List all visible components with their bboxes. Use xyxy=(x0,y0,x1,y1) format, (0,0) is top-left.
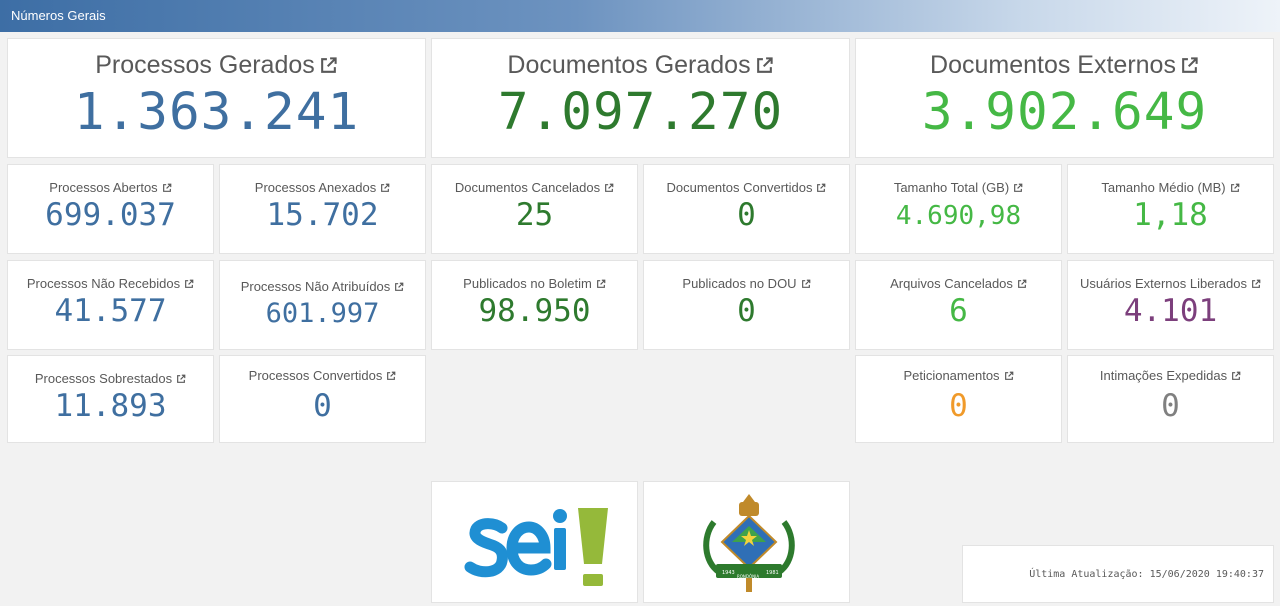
card-label: Tamanho Médio (MB) xyxy=(1101,180,1226,195)
external-link-icon[interactable] xyxy=(801,279,811,289)
card-value: 1,18 xyxy=(1133,197,1208,233)
card-label: Documentos Externos xyxy=(930,51,1176,79)
card-label: Publicados no DOU xyxy=(682,276,797,291)
external-link-icon[interactable] xyxy=(380,183,390,193)
card-documentos-cancelados[interactable]: Documentos Cancelados 25 xyxy=(431,164,638,254)
card-label: Processos Convertidos xyxy=(248,368,383,383)
card-label: Processos Não Recebidos xyxy=(26,276,181,291)
card-processos-anexados[interactable]: Processos Anexados 15.702 xyxy=(219,164,426,254)
card-documentos-externos[interactable]: Documentos Externos 3.902.649 xyxy=(855,38,1274,158)
card-processos-gerados[interactable]: Processos Gerados 1.363.241 xyxy=(7,38,426,158)
card-processos-sobrestados[interactable]: Processos Sobrestados 11.893 xyxy=(7,355,214,443)
external-link-icon[interactable] xyxy=(1231,371,1241,381)
card-value: 15.702 xyxy=(266,197,379,233)
external-link-icon[interactable] xyxy=(604,183,614,193)
panel-header: Números Gerais xyxy=(0,0,1280,32)
card-label: Arquivos Cancelados xyxy=(890,276,1013,291)
external-link-icon[interactable] xyxy=(1017,279,1027,289)
card-tamanho-total[interactable]: Tamanho Total (GB) 4.690,98 xyxy=(855,164,1062,254)
card-value: 4.690,98 xyxy=(895,201,1022,231)
external-link-icon[interactable] xyxy=(596,279,606,289)
panel-title: Números Gerais xyxy=(11,8,106,23)
external-link-icon[interactable] xyxy=(319,56,338,75)
card-peticionamentos[interactable]: Peticionamentos 0 xyxy=(855,355,1062,443)
card-value: 1.363.241 xyxy=(73,83,360,142)
card-value: 11.893 xyxy=(54,388,167,424)
external-link-icon[interactable] xyxy=(386,371,396,381)
sei-logo xyxy=(464,508,608,586)
card-processos-abertos[interactable]: Processos Abertos 699.037 xyxy=(7,164,214,254)
external-link-icon[interactable] xyxy=(755,56,774,75)
card-label: Processos Anexados xyxy=(254,180,377,195)
card-documentos-gerados[interactable]: Documentos Gerados 7.097.270 xyxy=(431,38,850,158)
card-label: Documentos Gerados xyxy=(507,51,751,79)
external-link-icon[interactable] xyxy=(1013,183,1023,193)
last-update-text: Última Atualização: 15/06/2020 19:40:37 xyxy=(1029,569,1264,580)
card-value: 0 xyxy=(1161,388,1180,424)
card-label: Documentos Convertidos xyxy=(666,180,813,195)
card-label: Processos Gerados xyxy=(95,51,315,79)
card-processos-nao-recebidos[interactable]: Processos Não Recebidos 41.577 xyxy=(7,260,214,350)
card-documentos-convertidos[interactable]: Documentos Convertidos 0 xyxy=(643,164,850,254)
card-arquivos-cancelados[interactable]: Arquivos Cancelados 6 xyxy=(855,260,1062,350)
card-usuarios-externos[interactable]: Usuários Externos Liberados 4.101 xyxy=(1067,260,1274,350)
card-label: Processos Sobrestados xyxy=(34,371,173,386)
card-tamanho-medio[interactable]: Tamanho Médio (MB) 1,18 xyxy=(1067,164,1274,254)
card-value: 98.950 xyxy=(478,293,591,329)
card-processos-nao-atribuidos[interactable]: Processos Não Atribuídos 601.997 xyxy=(219,260,426,350)
card-publicados-boletim[interactable]: Publicados no Boletim 98.950 xyxy=(431,260,638,350)
card-value: 4.101 xyxy=(1123,293,1218,329)
card-label: Processos Não Atribuídos xyxy=(240,279,391,294)
card-label: Publicados no Boletim xyxy=(463,276,592,291)
card-publicados-dou[interactable]: Publicados no DOU 0 xyxy=(643,260,850,350)
card-value: 601.997 xyxy=(265,298,380,329)
coat-of-arms-card: 1943 RONDÔNIA 1981 xyxy=(643,481,850,603)
card-processos-convertidos[interactable]: Processos Convertidos 0 xyxy=(219,355,426,443)
external-link-icon[interactable] xyxy=(1230,183,1240,193)
last-update-card: Última Atualização: 15/06/2020 19:40:37 xyxy=(962,545,1274,603)
card-value: 0 xyxy=(313,388,332,424)
card-value: 25 xyxy=(515,197,554,233)
card-value: 0 xyxy=(737,293,756,329)
coat-year-left: 1943 xyxy=(722,570,735,576)
card-value: 0 xyxy=(737,197,756,233)
card-value: 3.902.649 xyxy=(921,83,1208,142)
external-link-icon[interactable] xyxy=(394,282,404,292)
card-label: Usuários Externos Liberados xyxy=(1080,276,1247,291)
card-label: Tamanho Total (GB) xyxy=(893,180,1010,195)
rondonia-coat-of-arms-icon: 1943 RONDÔNIA 1981 xyxy=(703,494,795,592)
card-value: 699.037 xyxy=(45,197,176,233)
card-label: Peticionamentos xyxy=(903,368,1000,383)
card-value: 6 xyxy=(949,293,968,329)
external-link-icon[interactable] xyxy=(1180,56,1199,75)
card-label: Processos Abertos xyxy=(49,180,158,195)
card-value: 41.577 xyxy=(54,293,167,329)
external-link-icon[interactable] xyxy=(1004,371,1014,381)
external-link-icon[interactable] xyxy=(162,183,172,193)
card-value: 7.097.270 xyxy=(497,83,784,142)
card-label: Documentos Cancelados xyxy=(454,180,601,195)
card-intimacoes-expedidas[interactable]: Intimações Expedidas 0 xyxy=(1067,355,1274,443)
coat-year-right: 1981 xyxy=(766,570,779,576)
card-value: 0 xyxy=(949,388,968,424)
external-link-icon[interactable] xyxy=(184,279,194,289)
external-link-icon[interactable] xyxy=(176,374,186,384)
card-label: Intimações Expedidas xyxy=(1099,368,1228,383)
external-link-icon[interactable] xyxy=(816,183,826,193)
sei-logo-card xyxy=(431,481,638,603)
external-link-icon[interactable] xyxy=(1251,279,1261,289)
